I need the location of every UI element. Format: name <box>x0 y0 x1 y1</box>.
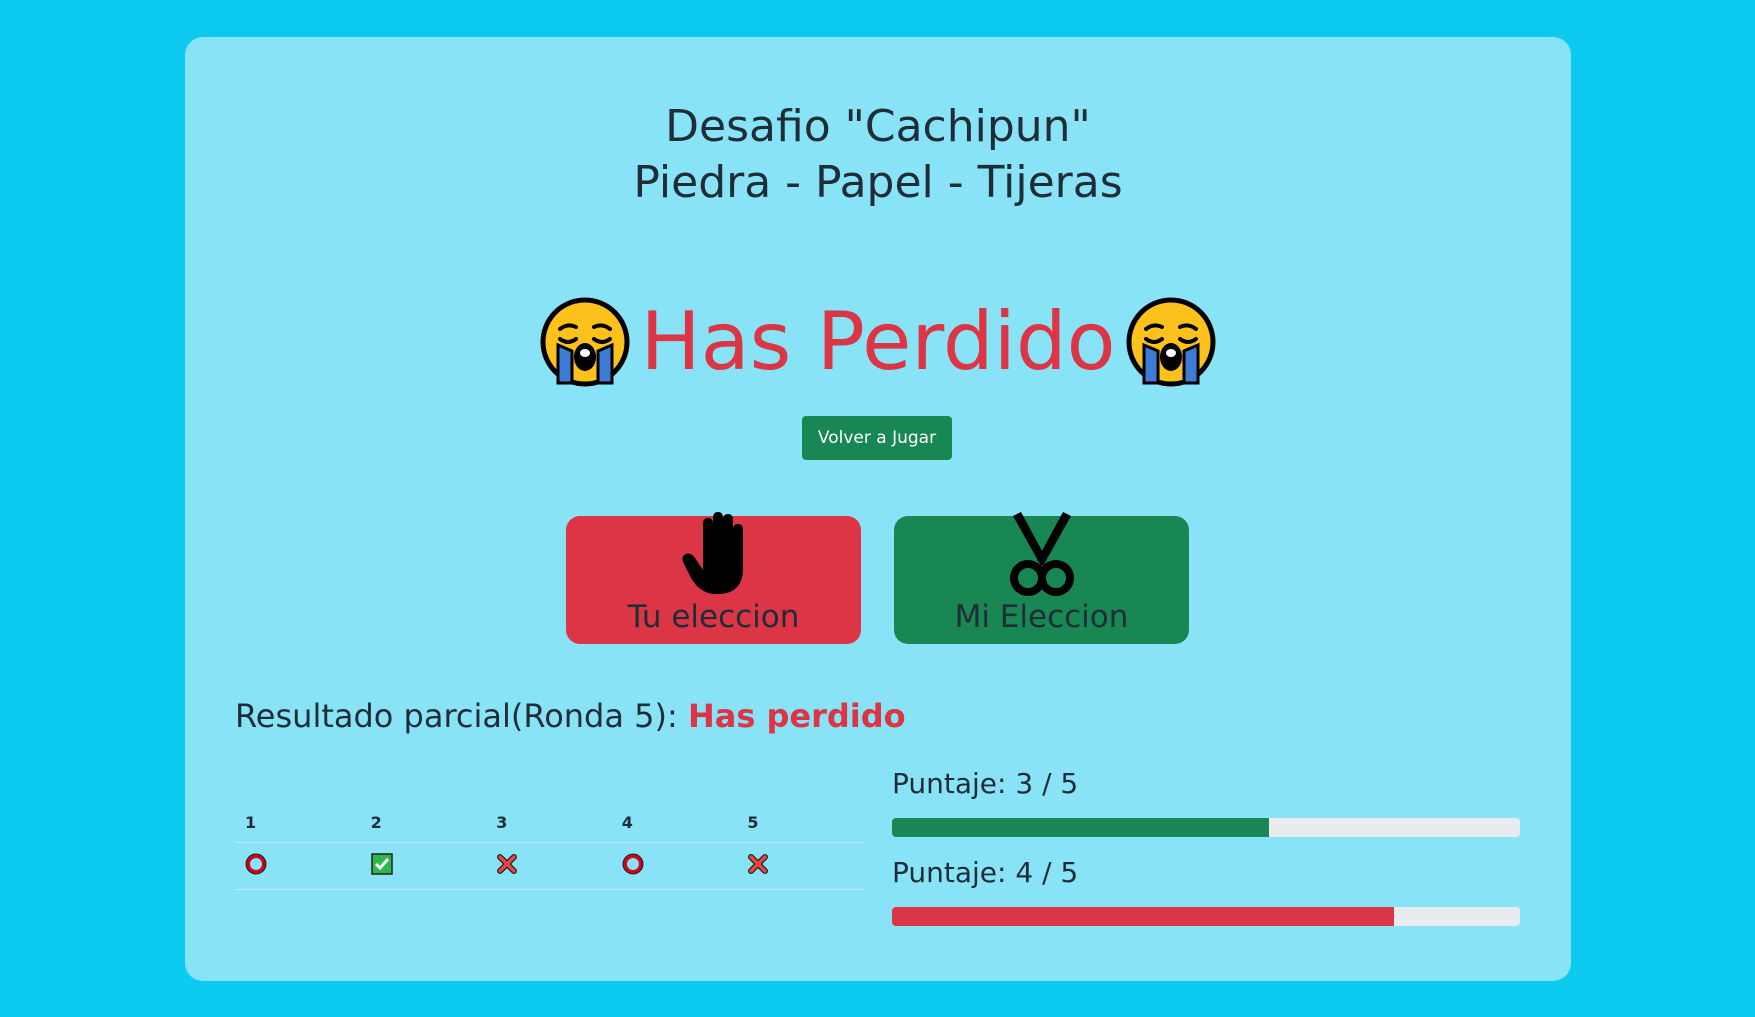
rounds-result-row <box>235 842 863 890</box>
loudly-crying-face-icon <box>1124 295 1218 389</box>
round-header: 2 <box>360 802 487 843</box>
play-again-button[interactable]: Volver a Jugar <box>802 416 952 460</box>
player-score-bar <box>892 818 1520 837</box>
round-header: 1 <box>235 802 361 843</box>
partial-result: Resultado parcial(Ronda 5): Has perdido <box>235 697 906 735</box>
title-line-2: Piedra - Papel - Tijeras <box>633 157 1123 208</box>
partial-result-status: Has perdido <box>687 697 906 735</box>
your-choice-label: Tu eleccion <box>627 599 800 635</box>
round-header: 5 <box>737 802 863 843</box>
circle-icon <box>245 853 267 875</box>
computer-score-fill <box>892 907 1395 926</box>
result-text: Has Perdido <box>640 295 1116 388</box>
check-icon <box>370 853 393 875</box>
round-cell <box>737 842 863 890</box>
rounds-table: 1 2 3 4 5 <box>235 802 863 890</box>
round-header: 4 <box>611 802 738 843</box>
your-choice-card: Tu eleccion <box>566 512 861 644</box>
round-cell <box>486 842 612 890</box>
result-banner: Has Perdido <box>185 292 1571 392</box>
player-score-label: Puntaje: 3 / 5 <box>892 767 1079 800</box>
cross-icon <box>747 853 769 875</box>
scissors-icon <box>1009 512 1074 596</box>
rounds-header-row: 1 2 3 4 5 <box>235 802 863 843</box>
player-score-fill <box>892 818 1269 837</box>
computer-score-label: Puntaje: 4 / 5 <box>892 856 1079 889</box>
partial-result-prefix: Resultado parcial(Ronda 5): <box>235 697 688 735</box>
game-card: Desafio "Cachipun" Piedra - Papel - Tije… <box>185 37 1571 981</box>
my-choice-label: Mi Eleccion <box>954 599 1129 635</box>
round-cell <box>360 842 487 890</box>
round-header: 3 <box>486 802 612 843</box>
my-choice-card: Mi Eleccion <box>894 512 1189 644</box>
title-line-1: Desafio "Cachipun" <box>665 101 1091 152</box>
computer-score: Puntaje: 4 / 5 <box>892 853 1520 926</box>
circle-icon <box>622 853 644 875</box>
loudly-crying-face-icon <box>538 295 632 389</box>
round-cell <box>611 842 738 890</box>
page-title: Desafio "Cachipun" Piedra - Papel - Tije… <box>185 99 1571 211</box>
hand-paper-icon <box>681 512 743 594</box>
computer-score-bar <box>892 907 1520 926</box>
cross-icon <box>496 853 518 875</box>
player-score: Puntaje: 3 / 5 <box>892 764 1520 837</box>
round-cell <box>235 842 361 890</box>
